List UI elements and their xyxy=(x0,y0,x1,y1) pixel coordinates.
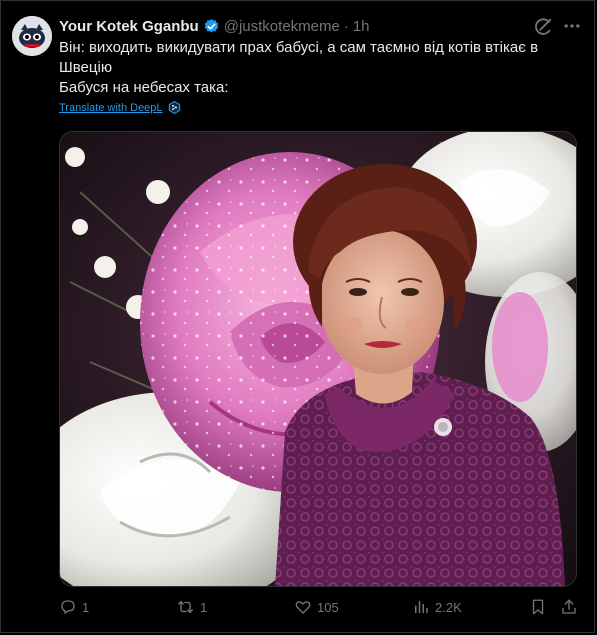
bookmark-icon xyxy=(532,599,544,615)
reply-count: 1 xyxy=(82,599,90,615)
repost-icon xyxy=(178,601,193,613)
reply-button[interactable]: 1 xyxy=(59,598,89,616)
reply-icon xyxy=(61,600,75,614)
verified-badge-icon xyxy=(203,18,220,35)
views-count: 2.2K xyxy=(435,599,462,615)
post-card[interactable]: Your Kotek Gganbu @justkotekmeme · 1h Ві… xyxy=(0,0,595,633)
more-icon[interactable] xyxy=(562,16,582,36)
repost-button[interactable]: 1 xyxy=(176,598,207,616)
share-button[interactable] xyxy=(560,598,583,616)
post-image[interactable] xyxy=(59,131,577,587)
post-header: Your Kotek Gganbu @justkotekmeme · 1h xyxy=(59,16,370,36)
views-button[interactable]: 2.2K xyxy=(412,598,462,616)
post-text-line-1: Він: виходить викидувати прах бабусі, а … xyxy=(59,39,539,76)
post-actions: 1 1 105 2.2K xyxy=(59,598,579,620)
like-button[interactable]: 105 xyxy=(294,598,339,616)
translate-label[interactable]: Translate with DeepL xyxy=(59,102,163,114)
like-count: 105 xyxy=(317,599,339,615)
bookmark-button[interactable] xyxy=(529,598,552,616)
post-text-line-2: Бабуся на небесах така: xyxy=(59,79,229,96)
translate-link[interactable]: Translate with DeepL xyxy=(59,101,181,114)
separator-dot: · xyxy=(343,17,349,35)
share-icon xyxy=(562,599,576,614)
deepl-icon xyxy=(168,101,180,114)
author-handle[interactable]: @justkotekmeme xyxy=(224,18,340,35)
grok-icon[interactable] xyxy=(532,16,554,38)
views-icon xyxy=(415,601,428,613)
repost-count: 1 xyxy=(200,599,208,615)
post-text: Він: виходить викидувати прах бабусі, а … xyxy=(59,38,569,98)
author-name[interactable]: Your Kotek Gganbu xyxy=(59,18,199,35)
author-avatar[interactable] xyxy=(12,16,52,56)
heart-icon xyxy=(295,601,311,614)
post-time[interactable]: 1h xyxy=(353,18,370,35)
